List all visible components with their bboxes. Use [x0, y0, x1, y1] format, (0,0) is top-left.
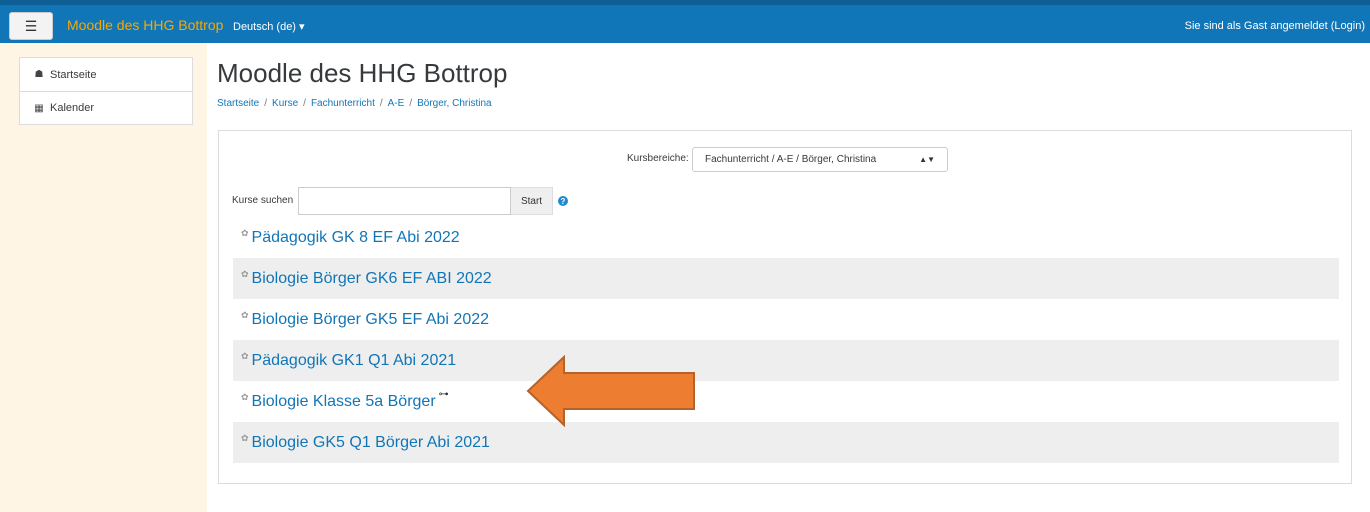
course-icon: ✿ — [241, 310, 249, 320]
course-icon: ✿ — [241, 269, 249, 279]
help-icon[interactable]: ? — [558, 196, 568, 206]
login-link[interactable]: Sie sind als Gast angemeldet (Login) — [1185, 20, 1365, 32]
list-item: ✿ Pädagogik GK 8 EF Abi 2022 — [233, 217, 1339, 258]
breadcrumb: Startseite / Kurse / Fachunterricht / A-E / Börg… — [217, 98, 492, 109]
breadcrumb-separator: / — [264, 98, 268, 109]
key-icon: ⊶ — [438, 389, 449, 400]
course-icon: ✿ — [241, 392, 249, 402]
course-link[interactable]: Pädagogik GK1 Q1 Abi 2021 — [252, 352, 457, 370]
sidebar-nav-block: ☗ Startseite ▦ Kalender — [19, 57, 193, 125]
sidebar-item-label: Startseite — [50, 68, 97, 81]
course-icon: ✿ — [241, 351, 249, 361]
select-arrows-icon: ▲▼ — [919, 155, 935, 164]
list-item: ✿ Biologie GK5 Q1 Börger Abi 2021 — [233, 422, 1339, 463]
page-title: Moodle des HHG Bottrop — [217, 58, 508, 88]
list-item: ✿ Biologie Börger GK5 EF Abi 2022 — [233, 299, 1339, 340]
course-link[interactable]: Biologie Börger GK5 EF Abi 2022 — [252, 311, 489, 329]
list-item: ✿ Biologie Klasse 5a Börger ⊶ — [233, 381, 1339, 422]
course-link[interactable]: Pädagogik GK 8 EF Abi 2022 — [252, 229, 460, 247]
breadcrumb-separator: / — [303, 98, 306, 109]
breadcrumb-item-a-e[interactable]: A-E — [388, 98, 405, 109]
breadcrumb-separator: / — [409, 98, 413, 109]
breadcrumb-item-fachunterricht[interactable]: Fachunterricht — [311, 98, 375, 109]
orange-arrow-annotation — [526, 355, 695, 427]
sidebar: ☗ Startseite ▦ Kalender — [0, 43, 207, 512]
course-icon: ✿ — [241, 228, 249, 238]
sidebar-item-kalender[interactable]: ▦ Kalender — [20, 91, 192, 124]
search-label: Kurse suchen — [232, 195, 294, 206]
breadcrumb-item-kurse[interactable]: Kurse — [272, 98, 298, 109]
sidebar-item-startseite[interactable]: ☗ Startseite — [20, 58, 192, 91]
breadcrumb-item-startseite[interactable]: Startseite — [217, 98, 259, 109]
language-menu[interactable]: Deutsch (de) ▾ — [233, 20, 305, 33]
breadcrumb-item-boerger[interactable]: Börger, Christina — [417, 98, 491, 109]
site-brand-link[interactable]: Moodle des HHG Bottrop — [67, 17, 223, 33]
category-label: Kursbereiche: — [627, 153, 689, 164]
course-link[interactable]: Biologie Klasse 5a Börger — [252, 393, 436, 411]
category-select[interactable]: Fachunterricht / A-E / Börger, Christina… — [692, 147, 948, 172]
breadcrumb-separator: / — [379, 98, 383, 109]
list-item: ✿ Pädagogik GK1 Q1 Abi 2021 — [233, 340, 1339, 381]
hamburger-icon[interactable]: ☰ — [9, 12, 53, 40]
course-link[interactable]: Biologie GK5 Q1 Börger Abi 2021 — [252, 434, 490, 452]
course-card: Kursbereiche: Fachunterricht / A-E / Bör… — [218, 130, 1352, 484]
search-input[interactable] — [298, 187, 511, 215]
course-list: ✿ Pädagogik GK 8 EF Abi 2022 ✿ Biologie … — [233, 217, 1339, 463]
home-icon: ☗ — [34, 69, 44, 80]
list-item: ✿ Biologie Börger GK6 EF ABI 2022 — [233, 258, 1339, 299]
category-select-value: Fachunterricht / A-E / Börger, Christina — [705, 154, 877, 165]
top-navbar: ☰ Moodle des HHG Bottrop Deutsch (de) ▾ … — [0, 0, 1370, 43]
sidebar-item-label: Kalender — [50, 102, 95, 114]
course-icon: ✿ — [241, 433, 249, 443]
search-button[interactable]: Start — [511, 187, 553, 215]
course-link[interactable]: Biologie Börger GK6 EF ABI 2022 — [252, 270, 492, 288]
calendar-icon: ▦ — [34, 102, 44, 114]
